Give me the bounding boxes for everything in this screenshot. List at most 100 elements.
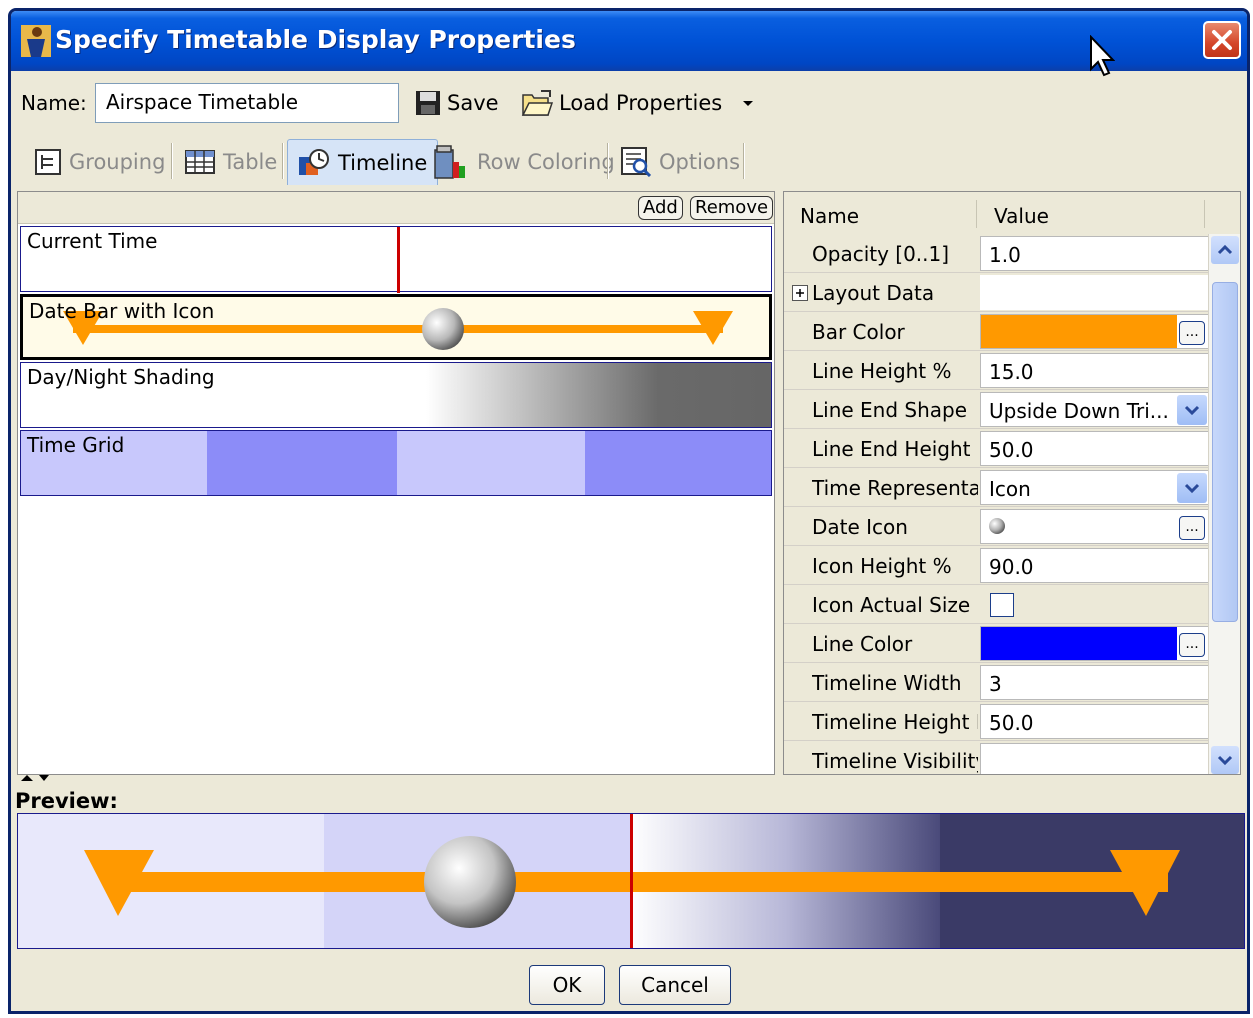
chevron-down-icon — [1184, 405, 1200, 416]
property-name: Timeline Height Pe — [812, 710, 978, 734]
layer-time-grid[interactable]: Time Grid — [20, 430, 772, 496]
property-name: Icon Actual Size — [812, 593, 971, 617]
icon-actual-size-checkbox[interactable] — [990, 593, 1014, 617]
layer-date-bar-with-icon[interactable]: Date Bar with Icon — [20, 294, 772, 360]
tab-timeline[interactable]: Timeline — [287, 139, 439, 185]
property-row-layout-data[interactable]: Layout Data — [784, 273, 1210, 312]
date-icon-picker-button[interactable]: ... — [1179, 516, 1205, 540]
preview-label: Preview: — [15, 789, 118, 813]
property-value-field[interactable]: 50.0 — [980, 704, 1210, 739]
sphere-icon — [989, 518, 1005, 534]
layers-panel: Add Remove Current Time Date Bar with Ic… — [17, 191, 775, 775]
load-properties-button[interactable]: Load Properties — [521, 83, 758, 123]
property-value-field[interactable]: 90.0 — [980, 548, 1210, 583]
save-label: Save — [447, 91, 499, 115]
property-row-icon-actual-size[interactable]: Icon Actual Size — [784, 585, 1210, 624]
property-row-time-representation[interactable]: Time Representat Icon — [784, 468, 1210, 507]
remove-button[interactable]: Remove — [690, 196, 774, 220]
layer-label: Current Time — [27, 229, 158, 253]
property-value-field[interactable]: 50.0 — [980, 431, 1210, 466]
property-value-field[interactable]: 15.0 — [980, 353, 1210, 388]
tab-divider — [171, 143, 173, 179]
properties-header: Name Value — [784, 192, 1240, 234]
scroll-up-button[interactable] — [1211, 236, 1239, 264]
row-coloring-icon — [434, 145, 465, 179]
preview-graphic — [18, 814, 1244, 948]
preview-canvas — [17, 813, 1245, 949]
property-row-icon-height[interactable]: Icon Height % 90.0 — [784, 546, 1210, 585]
grouping-icon — [35, 149, 61, 175]
bar-color-field[interactable]: ... — [980, 314, 1210, 349]
splitter-arrows-icon[interactable] — [17, 773, 53, 787]
property-value-field[interactable] — [980, 743, 1210, 774]
window-title: Specify Timetable Display Properties — [55, 25, 576, 54]
layer-day-night-shading[interactable]: Day/Night Shading — [20, 362, 772, 428]
date-icon-field[interactable]: ... — [980, 509, 1210, 544]
table-icon — [185, 150, 215, 174]
chevron-up-icon — [1217, 244, 1233, 255]
close-button[interactable] — [1203, 21, 1241, 59]
dropdown-button[interactable] — [1177, 473, 1207, 503]
property-row-timeline-height[interactable]: Timeline Height Pe 50.0 — [784, 702, 1210, 741]
property-row-line-height[interactable]: Line Height % 15.0 — [784, 351, 1210, 390]
time-representation-value: Icon — [989, 477, 1031, 501]
tab-row-coloring[interactable]: Row Coloring — [423, 139, 625, 185]
tab-divider — [743, 143, 745, 179]
properties-panel: Name Value Opacity [0..1] 1.0 Layout Dat… — [783, 191, 1241, 775]
time-grid-band — [207, 431, 397, 495]
property-row-date-icon[interactable]: Date Icon ... — [784, 507, 1210, 546]
properties-scrollbar[interactable] — [1208, 234, 1240, 774]
title-bar[interactable]: Specify Timetable Display Properties — [11, 11, 1247, 77]
dropdown-button[interactable] — [1177, 395, 1207, 425]
bar-color-picker-button[interactable]: ... — [1179, 321, 1205, 345]
property-row-bar-color[interactable]: Bar Color ... — [784, 312, 1210, 351]
property-value-field — [980, 275, 1210, 310]
chevron-down-icon — [1184, 483, 1200, 494]
save-button[interactable]: Save — [415, 83, 499, 123]
add-button[interactable]: Add — [638, 196, 683, 220]
close-icon — [1212, 30, 1232, 50]
property-value-field[interactable]: 3 — [980, 665, 1210, 700]
tab-bar: Grouping Table Timeline Row Coloring Opt… — [21, 137, 1247, 187]
line-end-shape-select[interactable]: Upside Down Tri... — [980, 392, 1210, 427]
property-row-line-end-height[interactable]: Line End Height % 50.0 — [784, 429, 1210, 468]
time-representation-select[interactable]: Icon — [980, 470, 1210, 505]
cancel-button[interactable]: Cancel — [619, 965, 731, 1005]
expand-plus-icon[interactable] — [792, 285, 808, 301]
layer-label: Day/Night Shading — [27, 365, 215, 389]
open-folder-icon — [521, 90, 553, 116]
tab-grouping[interactable]: Grouping — [25, 139, 175, 185]
property-row-timeline-visibility[interactable]: Timeline Visibility . — [784, 741, 1210, 774]
property-row-timeline-width[interactable]: Timeline Width 3 — [784, 663, 1210, 702]
chevron-down-icon — [1217, 755, 1233, 766]
property-name: Line End Height % — [812, 437, 978, 461]
ok-button[interactable]: OK — [529, 965, 605, 1005]
bar-color-swatch — [981, 315, 1177, 348]
scroll-down-button[interactable] — [1211, 746, 1239, 774]
line-color-field[interactable]: ... — [980, 626, 1210, 661]
property-row-line-color[interactable]: Line Color ... — [784, 624, 1210, 663]
tab-table[interactable]: Table — [175, 139, 287, 185]
name-toolbar: Name: Airspace Timetable Save Load Prope… — [11, 71, 1247, 133]
column-divider — [976, 200, 977, 228]
property-value-field[interactable]: 1.0 — [980, 236, 1210, 271]
property-name: Timeline Visibility . — [812, 749, 978, 773]
scroll-thumb[interactable] — [1212, 282, 1238, 622]
layer-current-time[interactable]: Current Time — [20, 226, 772, 293]
property-name: Line Height % — [812, 359, 952, 383]
dropdown-arrow-icon[interactable] — [738, 93, 758, 113]
options-icon — [621, 147, 651, 177]
column-divider — [1204, 200, 1205, 228]
tab-options[interactable]: Options — [611, 139, 750, 185]
property-name: Timeline Width — [812, 671, 962, 695]
property-row-line-end-shape[interactable]: Line End Shape Upside Down Tri... — [784, 390, 1210, 429]
property-name: Line Color — [812, 632, 913, 656]
property-row-opacity[interactable]: Opacity [0..1] 1.0 — [784, 234, 1210, 273]
floppy-disk-icon — [416, 91, 440, 115]
name-field[interactable]: Airspace Timetable — [95, 83, 399, 123]
tab-table-label: Table — [223, 150, 278, 174]
dialog-window: Specify Timetable Display Properties Nam… — [8, 8, 1250, 1014]
time-grid-band — [585, 431, 771, 495]
line-color-picker-button[interactable]: ... — [1179, 633, 1205, 657]
tab-row-coloring-label: Row Coloring — [477, 150, 615, 174]
